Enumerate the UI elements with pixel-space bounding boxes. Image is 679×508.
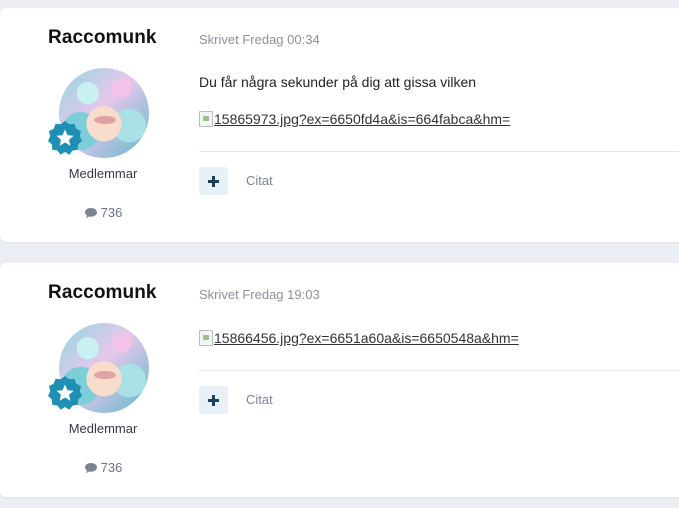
author-rank: Medlemmar bbox=[68, 421, 138, 436]
star-badge-icon bbox=[48, 121, 82, 155]
plus-icon bbox=[208, 394, 219, 406]
post-image-link[interactable]: 15866456.jpg?ex=6651a60a&is=6650548a&hm= bbox=[199, 330, 519, 346]
speech-bubble-icon bbox=[84, 207, 97, 218]
plus-icon bbox=[208, 175, 219, 187]
divider bbox=[199, 151, 679, 152]
author-rank: Medlemmar bbox=[68, 166, 138, 181]
broken-image-icon bbox=[199, 330, 213, 346]
forum-post: Raccomunk Medlemmar 736 Skrivet Fredag 0… bbox=[0, 8, 679, 242]
post-count: 736 bbox=[0, 460, 206, 475]
post-image-alt: 15865973.jpg?ex=6650fd4a&is=664fabca&hm= bbox=[214, 111, 511, 127]
author-username[interactable]: Raccomunk bbox=[48, 282, 157, 304]
post-count-value: 736 bbox=[100, 460, 123, 475]
post-timestamp[interactable]: Skrivet Fredag 19:03 bbox=[199, 287, 320, 302]
quote-button[interactable]: Citat bbox=[246, 392, 273, 407]
broken-image-icon bbox=[199, 111, 213, 127]
quote-button[interactable]: Citat bbox=[246, 173, 273, 188]
multiquote-button[interactable] bbox=[199, 167, 228, 195]
author-username[interactable]: Raccomunk bbox=[48, 27, 157, 49]
post-count: 736 bbox=[0, 205, 206, 220]
multiquote-button[interactable] bbox=[199, 386, 228, 414]
post-image-link[interactable]: 15865973.jpg?ex=6650fd4a&is=664fabca&hm= bbox=[199, 111, 510, 127]
speech-bubble-icon bbox=[84, 462, 97, 473]
forum-post: Raccomunk Medlemmar 736 Skrivet Fredag 1… bbox=[0, 263, 679, 497]
post-count-value: 736 bbox=[100, 205, 123, 220]
post-timestamp[interactable]: Skrivet Fredag 00:34 bbox=[199, 32, 320, 47]
star-badge-icon bbox=[48, 376, 82, 410]
divider bbox=[199, 370, 679, 371]
post-text: Du får några sekunder på dig att gissa v… bbox=[199, 74, 477, 90]
post-image-alt: 15866456.jpg?ex=6651a60a&is=6650548a&hm= bbox=[214, 330, 519, 346]
